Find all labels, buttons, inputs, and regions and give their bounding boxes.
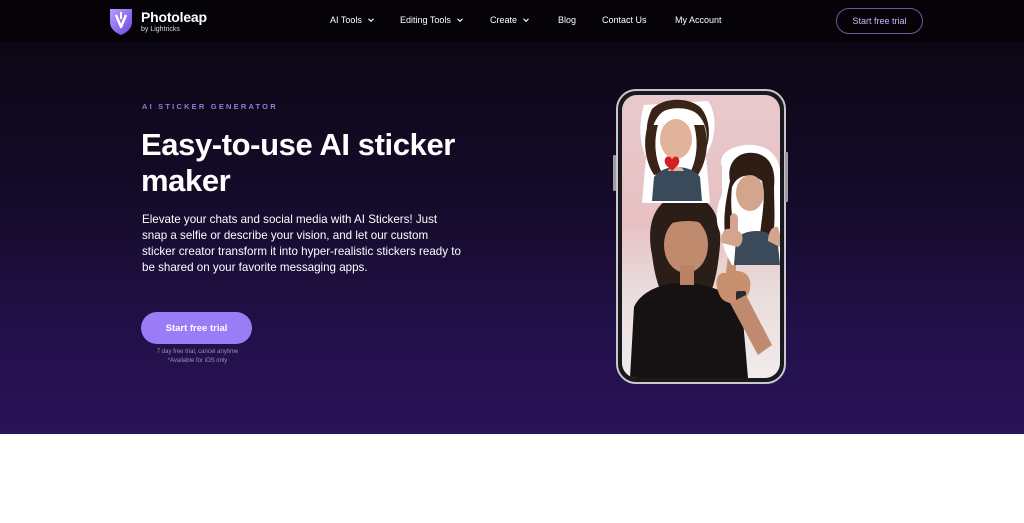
trial-fine-print: 7 day free trial, cancel anytime bbox=[156, 349, 239, 355]
nav-item-label: My Account bbox=[675, 15, 722, 25]
phone-side-button bbox=[613, 155, 616, 191]
phone-screen-image bbox=[622, 95, 780, 378]
nav-item-label: AI Tools bbox=[330, 15, 362, 25]
top-navbar: Photoleap by Lightricks AI Tools Editing… bbox=[0, 0, 1024, 42]
sticker-heart-illustration bbox=[640, 99, 715, 203]
sticker-demo-illustration bbox=[630, 99, 780, 378]
nav-item-label: Editing Tools bbox=[400, 15, 451, 25]
chevron-down-icon bbox=[523, 18, 529, 23]
nav-item-label: Contact Us bbox=[602, 15, 647, 25]
hero-description: Elevate your chats and social media with… bbox=[142, 213, 461, 274]
brand-subtitle: by Lightricks bbox=[141, 25, 180, 33]
nav-start-free-trial-button[interactable]: Start free trial bbox=[836, 8, 923, 34]
chevron-down-icon bbox=[367, 18, 374, 23]
nav-item-my-account[interactable]: My Account bbox=[675, 15, 722, 25]
nav-item-editing-tools[interactable]: Editing Tools bbox=[400, 15, 464, 25]
nav-item-label: Blog bbox=[558, 15, 577, 25]
page-title: Easy-to-use AI sticker maker bbox=[141, 127, 455, 198]
hero-eyebrow: AI STICKER GENERATOR bbox=[142, 102, 278, 111]
nav-item-create[interactable]: Create bbox=[490, 15, 530, 25]
brand-logo[interactable]: Photoleap by Lightricks bbox=[107, 6, 207, 36]
ios-availability-note: *Available for iOS only bbox=[167, 358, 228, 364]
next-section bbox=[0, 434, 1024, 523]
phone-side-button bbox=[785, 152, 788, 202]
nav-item-blog[interactable]: Blog bbox=[558, 15, 576, 25]
sticker-thumbs-up-illustration bbox=[716, 144, 780, 265]
photoleap-logo-icon bbox=[110, 9, 132, 35]
nav-item-label: Create bbox=[490, 15, 518, 25]
nav-item-contact-us[interactable]: Contact Us bbox=[602, 15, 647, 25]
nav-item-ai-tools[interactable]: AI Tools bbox=[330, 15, 375, 25]
brand-name: Photoleap bbox=[141, 8, 207, 25]
hero-start-free-trial-button[interactable]: Start free trial bbox=[141, 312, 252, 344]
chevron-down-icon bbox=[456, 18, 463, 23]
